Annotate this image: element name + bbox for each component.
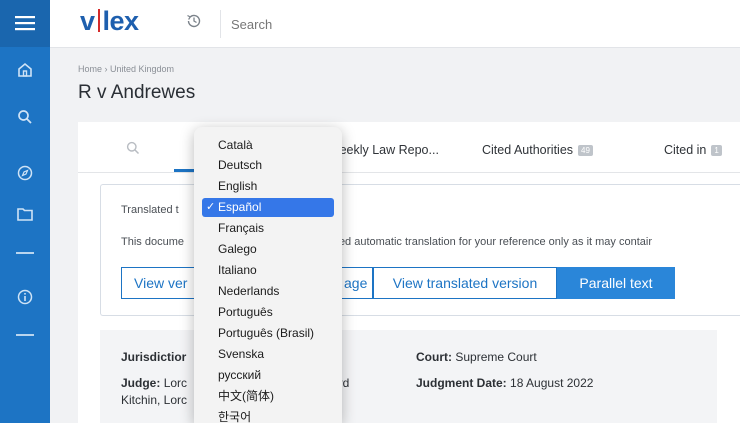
history-icon[interactable] xyxy=(185,12,205,32)
court-field: Court: Supreme Court xyxy=(416,350,537,364)
compass-icon[interactable] xyxy=(12,160,38,186)
translation-note: This docume xyxy=(121,236,184,248)
count-badge: 1 xyxy=(711,145,722,156)
document-tabs: Weekly Law Repo... Cited Authorities 49 C… xyxy=(78,122,740,173)
judge-field-line2: Kitchin, Lorc xyxy=(121,393,188,407)
view-translated-button[interactable]: View translated version xyxy=(373,267,557,299)
judge-field: Judge: Lorc xyxy=(121,376,188,390)
folder-icon[interactable] xyxy=(12,201,38,227)
sidebar-divider xyxy=(16,334,34,336)
tab-cited-authorities[interactable]: Cited Authorities 49 xyxy=(482,143,593,157)
view-original-button[interactable]: View ver xyxy=(121,267,201,299)
checkmark-icon: ✓ xyxy=(206,201,216,213)
language-option[interactable]: Català xyxy=(202,136,334,155)
tab-search[interactable] xyxy=(126,141,140,158)
language-option[interactable]: Português xyxy=(202,303,334,322)
document-card: Weekly Law Repo... Cited Authorities 49 C… xyxy=(78,122,740,423)
page-title: R v Andrewes xyxy=(78,82,196,103)
jurisdiction-field: Jurisdictior xyxy=(121,350,187,364)
search-icon[interactable] xyxy=(12,104,38,130)
language-option[interactable]: Svenska xyxy=(202,345,334,364)
menu-icon[interactable] xyxy=(12,10,38,36)
language-option[interactable]: English xyxy=(202,177,334,196)
language-option[interactable]: 中文(简体) xyxy=(202,387,334,406)
left-sidebar xyxy=(0,0,50,423)
language-option[interactable]: Italiano xyxy=(202,261,334,280)
home-icon[interactable] xyxy=(12,57,38,83)
breadcrumb[interactable]: Home › United Kingdom xyxy=(78,64,174,74)
judgment-date-field: Judgment Date: 18 August 2022 xyxy=(416,376,594,390)
language-option[interactable]: Nederlands xyxy=(202,282,334,301)
language-select-menu[interactable]: Català Deutsch English ✓ Español Français… xyxy=(194,127,342,423)
top-bar: v lex xyxy=(50,0,740,48)
language-option[interactable]: Galego xyxy=(202,240,334,259)
vlex-logo[interactable]: v lex xyxy=(80,6,139,37)
language-option[interactable]: Deutsch xyxy=(202,156,334,175)
language-option[interactable]: Français xyxy=(202,219,334,238)
tab-cited-in[interactable]: Cited in 1 xyxy=(664,143,722,157)
search-input[interactable] xyxy=(220,10,733,38)
info-icon[interactable] xyxy=(12,284,38,310)
language-option-selected[interactable]: ✓ Español xyxy=(202,198,334,217)
sidebar-divider xyxy=(16,252,34,254)
view-original-button-tail[interactable]: age xyxy=(341,267,373,299)
case-metadata: Jurisdictior Court: Supreme Court Judge:… xyxy=(100,330,717,423)
translation-note-tail: ized automatic translation for your refe… xyxy=(331,236,652,248)
translated-to-label: Translated t xyxy=(121,204,179,216)
parallel-text-button[interactable]: Parallel text xyxy=(557,267,675,299)
tab-weekly-law-reports[interactable]: Weekly Law Repo... xyxy=(328,143,439,157)
language-option[interactable]: русский xyxy=(202,366,334,385)
language-option[interactable]: 한국어 xyxy=(202,408,334,423)
count-badge: 49 xyxy=(578,145,593,156)
search-icon xyxy=(126,141,140,155)
language-option[interactable]: Português (Brasil) xyxy=(202,324,334,343)
